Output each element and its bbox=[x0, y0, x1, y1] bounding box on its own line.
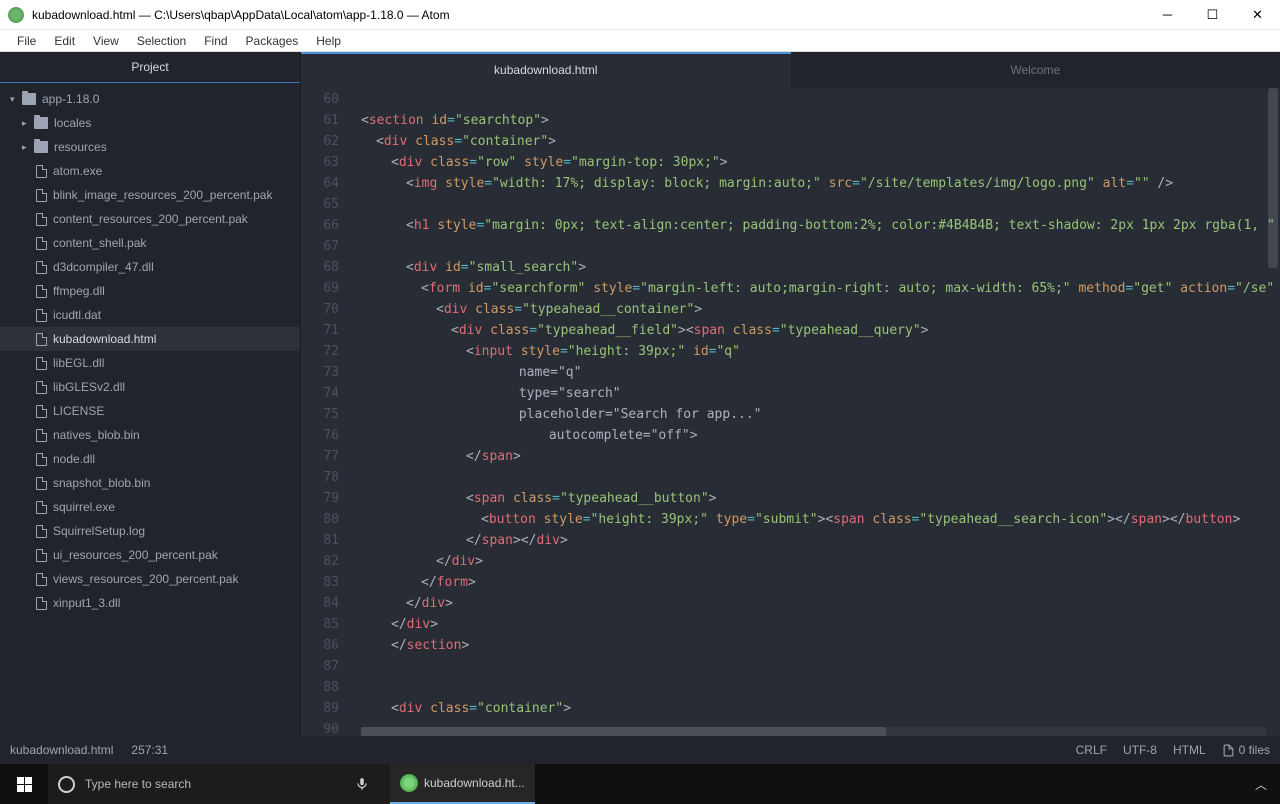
atom-app-icon bbox=[8, 7, 24, 23]
tree-root[interactable]: ▾app-1.18.0 bbox=[0, 87, 300, 111]
file-tree[interactable]: ▾app-1.18.0▸locales▸resourcesatom.exebli… bbox=[0, 83, 300, 736]
status-encoding[interactable]: UTF-8 bbox=[1123, 743, 1157, 757]
windows-taskbar: Type here to search kubadownload.ht... ︿ bbox=[0, 764, 1280, 804]
tray-chevron-up-icon[interactable]: ︿ bbox=[1246, 776, 1276, 793]
menu-selection[interactable]: Selection bbox=[128, 32, 195, 50]
tab[interactable]: Welcome bbox=[791, 52, 1280, 88]
tree-file[interactable]: content_resources_200_percent.pak bbox=[0, 207, 300, 231]
tab-bar: kubadownload.htmlWelcome bbox=[301, 52, 1280, 88]
menubar: FileEditViewSelectionFindPackagesHelp bbox=[0, 30, 1280, 52]
taskbar-search[interactable]: Type here to search bbox=[48, 764, 390, 804]
tree-file[interactable]: libGLESv2.dll bbox=[0, 375, 300, 399]
editor-area: kubadownload.htmlWelcome 60 61 62 63 64 … bbox=[301, 52, 1280, 736]
menu-find[interactable]: Find bbox=[195, 32, 236, 50]
maximize-button[interactable]: ☐ bbox=[1190, 0, 1235, 30]
tree-folder-locales[interactable]: ▸locales bbox=[0, 111, 300, 135]
status-files-count: 0 files bbox=[1239, 743, 1270, 757]
horizontal-scrollbar[interactable] bbox=[361, 727, 1266, 736]
status-lineending[interactable]: CRLF bbox=[1076, 743, 1107, 757]
start-button[interactable] bbox=[0, 764, 48, 804]
statusbar: kubadownload.html 257:31 CRLF UTF-8 HTML… bbox=[0, 736, 1280, 764]
menu-edit[interactable]: Edit bbox=[45, 32, 84, 50]
line-gutter: 60 61 62 63 64 65 66 67 68 69 70 71 72 7… bbox=[301, 88, 353, 736]
tree-file[interactable]: ui_resources_200_percent.pak bbox=[0, 543, 300, 567]
tree-file[interactable]: snapshot_blob.bin bbox=[0, 471, 300, 495]
windows-logo-icon bbox=[17, 777, 32, 792]
tree-file[interactable]: icudtl.dat bbox=[0, 303, 300, 327]
tree-file[interactable]: views_resources_200_percent.pak bbox=[0, 567, 300, 591]
taskbar-app-atom[interactable]: kubadownload.ht... bbox=[390, 764, 535, 804]
tree-file[interactable]: atom.exe bbox=[0, 159, 300, 183]
project-sidebar: Project ▾app-1.18.0▸locales▸resourcesato… bbox=[0, 52, 301, 736]
cortana-circle-icon bbox=[58, 776, 75, 793]
tree-file[interactable]: LICENSE bbox=[0, 399, 300, 423]
tree-file[interactable]: natives_blob.bin bbox=[0, 423, 300, 447]
status-files-icon[interactable]: 0 files bbox=[1222, 743, 1270, 757]
menu-packages[interactable]: Packages bbox=[237, 32, 308, 50]
tree-file[interactable]: kubadownload.html bbox=[0, 327, 300, 351]
tree-file[interactable]: xinput1_3.dll bbox=[0, 591, 300, 615]
window-titlebar: kubadownload.html — C:\Users\qbap\AppDat… bbox=[0, 0, 1280, 30]
status-cursor[interactable]: 257:31 bbox=[131, 743, 168, 757]
window-title: kubadownload.html — C:\Users\qbap\AppDat… bbox=[32, 8, 1145, 22]
menu-file[interactable]: File bbox=[8, 32, 45, 50]
system-tray[interactable]: ︿ bbox=[1246, 764, 1280, 804]
tree-file[interactable]: d3dcompiler_47.dll bbox=[0, 255, 300, 279]
taskbar-search-placeholder: Type here to search bbox=[85, 777, 191, 791]
atom-taskbar-icon bbox=[400, 774, 418, 792]
code-content[interactable]: <section id="searchtop"><div class="cont… bbox=[353, 88, 1280, 736]
app-area: Project ▾app-1.18.0▸locales▸resourcesato… bbox=[0, 52, 1280, 736]
editor-body[interactable]: 60 61 62 63 64 65 66 67 68 69 70 71 72 7… bbox=[301, 88, 1280, 736]
tab[interactable]: kubadownload.html bbox=[301, 52, 791, 88]
tree-file[interactable]: ffmpeg.dll bbox=[0, 279, 300, 303]
taskbar-app-label: kubadownload.ht... bbox=[424, 776, 525, 790]
status-language[interactable]: HTML bbox=[1173, 743, 1206, 757]
status-file[interactable]: kubadownload.html bbox=[10, 743, 113, 757]
vertical-scrollbar[interactable] bbox=[1268, 88, 1278, 726]
tree-file[interactable]: blink_image_resources_200_percent.pak bbox=[0, 183, 300, 207]
tree-folder-resources[interactable]: ▸resources bbox=[0, 135, 300, 159]
tree-file[interactable]: libEGL.dll bbox=[0, 351, 300, 375]
tree-file[interactable]: content_shell.pak bbox=[0, 231, 300, 255]
menu-view[interactable]: View bbox=[84, 32, 128, 50]
minimize-button[interactable]: ─ bbox=[1145, 0, 1190, 30]
sidebar-title: Project bbox=[0, 52, 300, 83]
mic-icon[interactable] bbox=[344, 764, 380, 804]
tree-file[interactable]: squirrel.exe bbox=[0, 495, 300, 519]
close-button[interactable]: ✕ bbox=[1235, 0, 1280, 30]
tree-file[interactable]: SquirrelSetup.log bbox=[0, 519, 300, 543]
tree-file[interactable]: node.dll bbox=[0, 447, 300, 471]
menu-help[interactable]: Help bbox=[307, 32, 350, 50]
window-controls: ─ ☐ ✕ bbox=[1145, 0, 1280, 30]
